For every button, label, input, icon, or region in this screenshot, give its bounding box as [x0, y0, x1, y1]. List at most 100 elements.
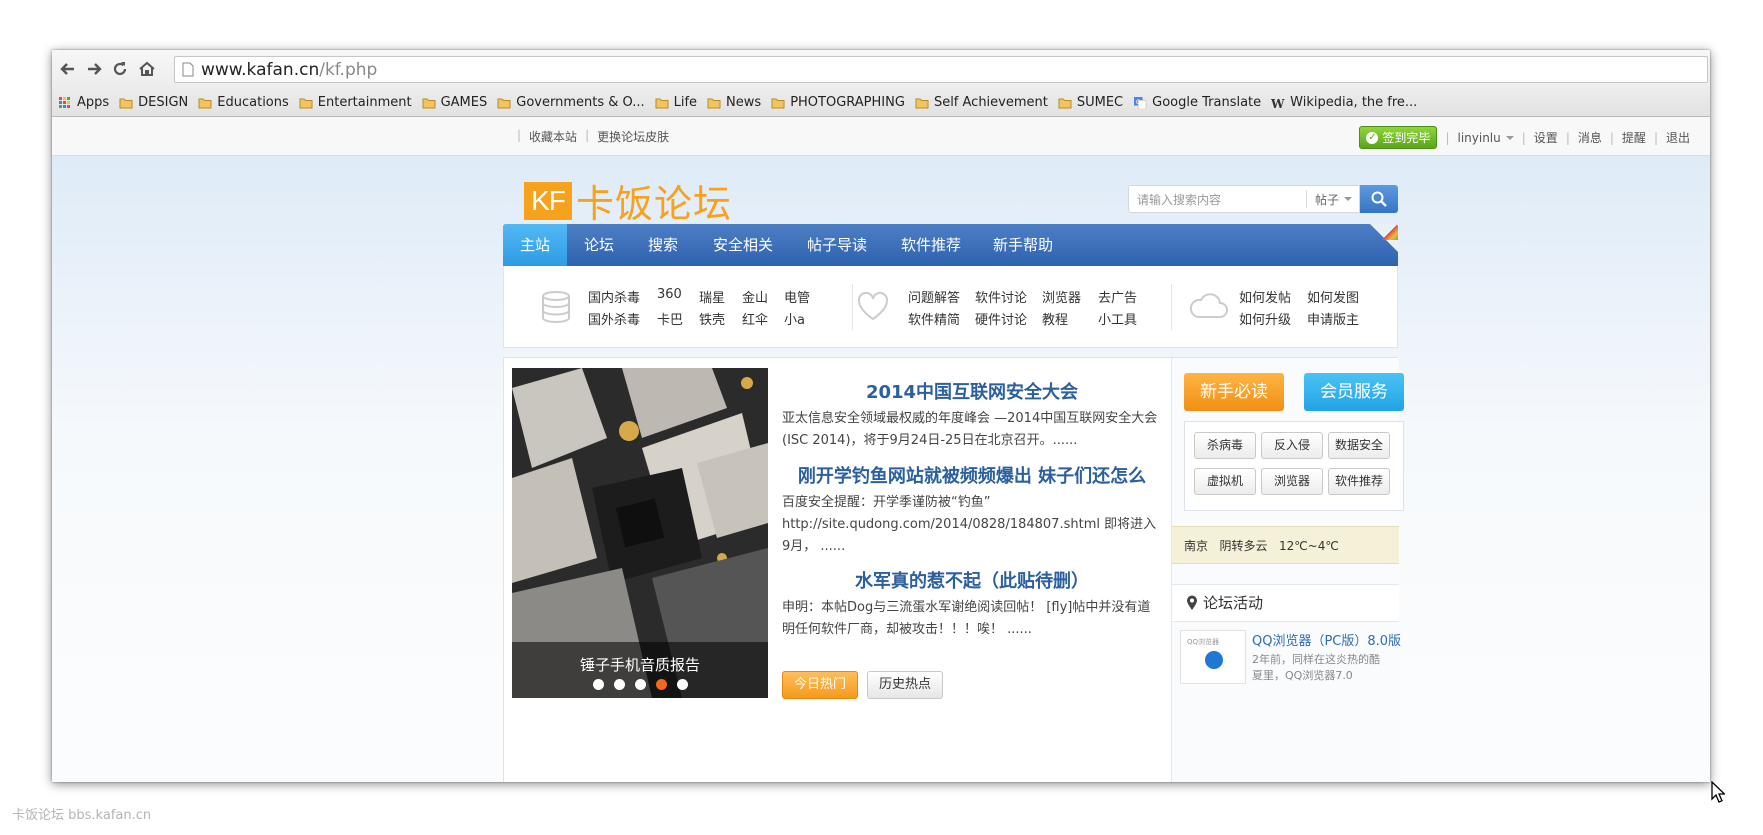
- bookmark-item[interactable]: W Wikipedia, the fre...: [1271, 95, 1417, 110]
- logo-mark: KF: [524, 181, 572, 220]
- slide-dot[interactable]: [676, 679, 688, 690]
- slide-dot[interactable]: [634, 679, 646, 690]
- home-button[interactable]: [135, 57, 159, 81]
- bookmark-item[interactable]: SUMEC: [1058, 95, 1123, 110]
- subnav-link[interactable]: 360: [657, 287, 682, 302]
- bookmark-item[interactable]: Life: [655, 95, 697, 110]
- subnav-link[interactable]: 国内杀毒: [588, 287, 640, 306]
- browser-window: www.kafan.cn/kf.php Apps DESIGN Educations…: [52, 50, 1710, 782]
- address-bar[interactable]: www.kafan.cn/kf.php: [174, 56, 1708, 83]
- site-logo[interactable]: KF 卡饭论坛: [524, 173, 732, 228]
- slide-dot[interactable]: [613, 679, 625, 690]
- subnav-link[interactable]: 软件精简: [908, 309, 960, 328]
- search-button[interactable]: [1360, 185, 1398, 213]
- tag-button[interactable]: 反入侵: [1261, 432, 1323, 459]
- subnav-link[interactable]: 国外杀毒: [588, 309, 640, 328]
- bookmark-item[interactable]: Apps: [58, 95, 109, 110]
- bookmark-item[interactable]: Self Achievement: [915, 95, 1048, 110]
- subnav-link[interactable]: 教程: [1042, 309, 1068, 328]
- subnav-link[interactable]: 如何升级: [1239, 309, 1291, 328]
- subnav-link[interactable]: 去广告: [1098, 287, 1137, 306]
- forward-button[interactable]: [82, 57, 106, 81]
- news-title[interactable]: 水军真的惹不起（此贴待删）: [782, 567, 1162, 593]
- signin-badge[interactable]: ✓ 签到完毕: [1359, 126, 1438, 149]
- bookmark-item[interactable]: News: [707, 95, 761, 110]
- slide-dot[interactable]: [655, 679, 667, 690]
- subnav-link[interactable]: 小工具: [1098, 309, 1137, 328]
- reminders-link[interactable]: 提醒: [1622, 129, 1646, 146]
- news-title[interactable]: 2014中国互联网安全大会: [782, 378, 1162, 404]
- activity-thumbnail: QQ浏览器: [1180, 630, 1246, 684]
- nav-item[interactable]: 帖子导读: [791, 224, 883, 266]
- subnav-link[interactable]: 小a: [784, 309, 805, 328]
- slide-dot[interactable]: [592, 679, 604, 690]
- subnav-link[interactable]: 瑞星: [699, 287, 725, 306]
- nav-item[interactable]: 主站: [503, 224, 567, 266]
- tab-history-hot[interactable]: 历史热点: [867, 671, 943, 699]
- search-scope-select[interactable]: 帖子: [1306, 190, 1361, 208]
- back-arrow-icon: [60, 63, 74, 75]
- change-skin-link[interactable]: 更换论坛皮肤: [597, 128, 669, 145]
- subnav-link[interactable]: 红伞: [742, 309, 768, 328]
- subnav-link[interactable]: 问题解答: [908, 287, 960, 306]
- activity-item[interactable]: QQ浏览器 QQ浏览器（PC版）8.0版 2年前，同样在这炎热的酷夏里，QQ浏览…: [1180, 630, 1401, 692]
- messages-link[interactable]: 消息: [1578, 129, 1602, 146]
- tag-button[interactable]: 杀病毒: [1194, 432, 1256, 459]
- back-button[interactable]: [56, 57, 80, 81]
- bookmark-site-link[interactable]: 收藏本站: [529, 128, 577, 145]
- address-url: www.kafan.cn/kf.php: [201, 59, 378, 80]
- subnav-link[interactable]: 浏览器: [1042, 287, 1081, 306]
- subnav-link[interactable]: 卡巴: [657, 309, 683, 328]
- nav-item[interactable]: 论坛: [567, 224, 631, 266]
- subnav-link[interactable]: 软件讨论: [975, 287, 1027, 306]
- bookmark-item[interactable]: PHOTOGRAPHING: [771, 95, 905, 110]
- chevron-down-icon: [1344, 197, 1353, 201]
- search-input[interactable]: [1129, 186, 1315, 214]
- tag-button[interactable]: 数据安全: [1328, 432, 1390, 459]
- main-nav: 新手帮助 软件推荐 帖子导读 安全相关 搜索 论坛 主站: [503, 224, 1398, 266]
- tag-button[interactable]: 软件推荐: [1328, 468, 1390, 495]
- settings-link[interactable]: 设置: [1534, 129, 1558, 146]
- web-page: | 收藏本站 | 更换论坛皮肤 ✓ 签到完毕 | linyinlu | 设置 |…: [52, 117, 1710, 782]
- subnav-link[interactable]: 申请版主: [1307, 309, 1359, 328]
- tag-button[interactable]: 虚拟机: [1194, 468, 1256, 495]
- subnav-link[interactable]: 如何发帖: [1239, 287, 1291, 306]
- tag-button[interactable]: 浏览器: [1261, 468, 1323, 495]
- tab-hot-today[interactable]: 今日热门: [782, 671, 858, 699]
- search-icon: [1371, 191, 1387, 207]
- featured-slideshow[interactable]: 锤子手机音质报告: [512, 368, 768, 698]
- folder-icon: [655, 98, 669, 108]
- bookmark-item[interactable]: Educations: [198, 95, 289, 110]
- reload-button[interactable]: [108, 57, 132, 81]
- bookmark-item[interactable]: Governments & O...: [497, 95, 645, 110]
- member-service-button[interactable]: 会员服务: [1304, 373, 1404, 411]
- page-icon: [182, 62, 194, 77]
- qq-browser-logo-icon: [1205, 651, 1223, 669]
- nav-item[interactable]: 搜索: [631, 224, 695, 266]
- bookmark-item[interactable]: DESIGN: [119, 95, 188, 110]
- subnav-link[interactable]: 金山: [742, 287, 768, 306]
- bookmark-item[interactable]: G Google Translate: [1133, 95, 1261, 110]
- weather-temp: 12℃~4℃: [1278, 539, 1339, 553]
- nav-item[interactable]: 软件推荐: [883, 224, 979, 266]
- folder-icon: [915, 98, 929, 108]
- news-title[interactable]: 刚开学钓鱼网站就被频频爆出 妹子们还怎么: [782, 462, 1162, 488]
- right-sidebar: 新手必读 会员服务 杀病毒 反入侵 数据安全 虚拟机 浏览器 软件推荐 南京 阴转多云 1…: [1171, 358, 1404, 782]
- folder-icon: [119, 98, 133, 108]
- nav-item[interactable]: 安全相关: [695, 224, 791, 266]
- subnav-link[interactable]: 铁壳: [699, 309, 725, 328]
- folder-icon: [198, 98, 212, 108]
- username-menu[interactable]: linyinlu: [1457, 131, 1514, 145]
- subnav-link[interactable]: 如何发图: [1307, 287, 1359, 306]
- bookmark-item[interactable]: Entertainment: [299, 95, 412, 110]
- location-pin-icon: [1187, 595, 1197, 610]
- slide-dots: [512, 679, 768, 690]
- nav-item[interactable]: 新手帮助: [979, 224, 1067, 266]
- bookmark-item[interactable]: GAMES: [422, 95, 487, 110]
- checkmark-icon: ✓: [1366, 131, 1379, 144]
- folder-icon: [497, 98, 511, 108]
- logout-link[interactable]: 退出: [1666, 129, 1690, 146]
- newbie-guide-button[interactable]: 新手必读: [1184, 373, 1284, 411]
- subnav-link[interactable]: 电管: [784, 287, 810, 306]
- subnav-link[interactable]: 硬件讨论: [975, 309, 1027, 328]
